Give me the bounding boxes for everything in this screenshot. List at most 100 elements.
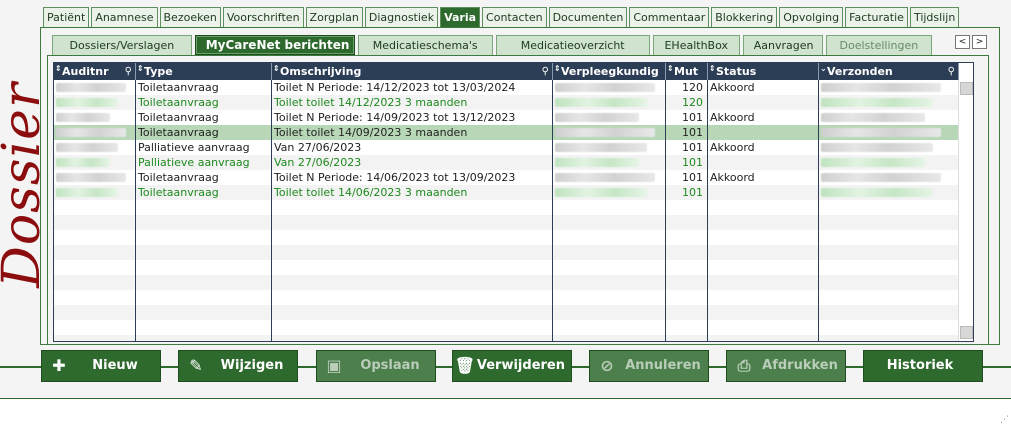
empty-cell <box>708 215 819 230</box>
tab-zorgplan[interactable]: Zorgplan <box>305 7 363 27</box>
sort-icon[interactable]: ⇕ <box>137 63 144 77</box>
empty-cell <box>708 320 819 335</box>
table-row[interactable]: Toiletaanvraag Toilet toilet 14/06/2023 3… <box>54 185 959 200</box>
trash-icon: 🗑 <box>454 356 476 375</box>
sort-icon[interactable]: ⇕ <box>554 63 561 77</box>
sort-icon[interactable]: ⇕ <box>273 63 280 77</box>
empty-cell <box>553 290 666 305</box>
sort-icon[interactable]: ⌄ <box>820 63 827 77</box>
opslaan-button[interactable]: ▣ Opslaan <box>316 350 436 382</box>
search-icon[interactable]: ⚲ <box>125 63 132 80</box>
empty-cell <box>666 230 708 245</box>
grid-scrollbar[interactable] <box>958 80 973 341</box>
column-header-verpleegkundig[interactable]: ⇕ Verpleegkundig <box>553 63 666 80</box>
sort-icon[interactable]: ⇕ <box>667 63 674 77</box>
tab-tijdslijn[interactable]: Tijdslijn <box>909 7 960 27</box>
empty-cell <box>666 215 708 230</box>
scroll-up-button[interactable] <box>960 82 973 95</box>
column-header-omschrijving[interactable]: ⇕ Omschrijving ⚲ <box>272 63 553 80</box>
tab-next-button[interactable]: > <box>972 35 987 49</box>
subtab-aanvragen[interactable]: Aanvragen <box>742 35 823 55</box>
search-icon[interactable]: ⚲ <box>542 63 549 80</box>
subtab-dossiers-verslagen[interactable]: Dossiers/Verslagen <box>52 35 192 55</box>
redacted-value <box>555 128 655 137</box>
cell-mut: 101 <box>666 125 708 140</box>
tab-commentaar[interactable]: Commentaar <box>629 7 710 27</box>
column-header-type[interactable]: ⇕ Type <box>136 63 272 80</box>
table-row[interactable]: Toiletaanvraag Toilet toilet 14/12/2023 3… <box>54 95 959 110</box>
nieuw-button[interactable]: ✚ Nieuw <box>41 350 161 382</box>
subtab-medicatieoverzicht[interactable]: Medicatieoverzicht <box>495 35 650 55</box>
tab-pati-nt[interactable]: Patiënt <box>43 7 90 27</box>
cell-type: Toiletaanvraag <box>136 125 272 140</box>
table-row[interactable]: Toiletaanvraag Toilet N Periode: 14/06/20… <box>54 170 959 185</box>
empty-cell <box>819 275 959 290</box>
subtab-mycarenet-berichten[interactable]: MyCareNet berichten <box>194 35 355 55</box>
cell-omschrijving: Toilet toilet 14/12/2023 3 maanden <box>272 95 553 110</box>
table-row[interactable]: Palliatieve aanvraag Van 27/06/2023 101 <box>54 155 959 170</box>
empty-cell <box>272 260 553 275</box>
button-label: Afdrukken <box>762 358 838 373</box>
sort-icon[interactable]: ⇕ <box>709 63 716 77</box>
resize-grip-icon[interactable]: ⋰ <box>1000 415 1009 425</box>
scroll-down-button[interactable] <box>960 326 973 339</box>
empty-cell <box>272 245 553 260</box>
cell-omschrijving: Toilet toilet 14/09/2023 3 maanden <box>272 125 553 140</box>
redacted-value <box>56 158 110 167</box>
redacted-value <box>821 143 933 152</box>
empty-cell <box>136 290 272 305</box>
column-header-status[interactable]: ⇕ Status <box>708 63 819 80</box>
wijzigen-button[interactable]: ✎ Wijzigen <box>178 350 298 382</box>
tab-blokkering[interactable]: Blokkering <box>711 7 778 27</box>
empty-cell <box>708 260 819 275</box>
subtab-ehealthbox[interactable]: EHealthBox <box>652 35 740 55</box>
tab-bezoeken[interactable]: Bezoeken <box>159 7 221 27</box>
cell-verpleegkundige <box>553 140 666 155</box>
tab-prev-button[interactable]: < <box>955 35 970 49</box>
empty-cell <box>136 245 272 260</box>
sort-icon[interactable]: ⇕ <box>55 63 62 77</box>
historiek-button[interactable]: Historiek <box>863 350 983 382</box>
empty-cell <box>819 335 959 341</box>
column-header-verzonden[interactable]: ⌄ Verzonden ⚲ <box>819 63 959 80</box>
verwijderen-button[interactable]: 🗑 Verwijderen <box>452 350 572 382</box>
cell-omschrijving: Toilet N Periode: 14/09/2023 tot 13/12/2… <box>272 110 553 125</box>
tab-voorschriften[interactable]: Voorschriften <box>222 7 304 27</box>
table-row[interactable]: Palliatieve aanvraag Van 27/06/2023 101 Akk… <box>54 140 959 155</box>
empty-cell <box>136 200 272 215</box>
subtab-medicatieschema-s[interactable]: Medicatieschema's <box>357 35 493 55</box>
table-row[interactable]: Toiletaanvraag Toilet toilet 14/09/2023 3… <box>54 125 959 140</box>
tab-facturatie[interactable]: Facturatie <box>845 7 908 27</box>
tab-contacten[interactable]: Contacten <box>482 7 547 27</box>
empty-row <box>54 275 959 290</box>
tab-documenten[interactable]: Documenten <box>548 7 628 27</box>
cell-auditnr <box>54 125 136 140</box>
table-row[interactable]: Toiletaanvraag Toilet N Periode: 14/12/20… <box>54 80 959 95</box>
column-header-label: Status <box>716 65 757 78</box>
subtab-doelstellingen[interactable]: Doelstellingen <box>825 35 932 55</box>
empty-row <box>54 260 959 275</box>
cell-verpleegkundige <box>553 170 666 185</box>
afdrukken-button[interactable]: ⎙ Afdrukken <box>726 350 846 382</box>
redacted-value <box>821 128 941 137</box>
empty-row <box>54 215 959 230</box>
empty-cell <box>54 290 136 305</box>
empty-cell <box>272 320 553 335</box>
tab-varia[interactable]: Varia <box>440 7 481 27</box>
redacted-value <box>555 143 647 152</box>
table-row[interactable]: Toiletaanvraag Toilet N Periode: 14/09/20… <box>54 110 959 125</box>
empty-cell <box>666 335 708 341</box>
redacted-value <box>555 158 639 167</box>
tab-diagnostiek[interactable]: Diagnostiek <box>364 7 439 27</box>
empty-cell <box>136 320 272 335</box>
column-header-mut[interactable]: ⇕ Mut <box>666 63 708 80</box>
tab-anamnese[interactable]: Anamnese <box>91 7 158 27</box>
tab-opvolging[interactable]: Opvolging <box>779 7 844 27</box>
redacted-value <box>555 98 647 107</box>
redacted-value <box>555 173 655 182</box>
sub-tab-bar: Dossiers/Verslagen MyCareNet berichten Med… <box>52 35 932 55</box>
search-icon[interactable]: ⚲ <box>948 63 955 80</box>
column-header-auditnr[interactable]: ⇕ Auditnr ⚲ <box>54 63 136 80</box>
column-header-label: Type <box>144 65 173 78</box>
annuleren-button[interactable]: ⊘ Annuleren <box>589 350 709 382</box>
